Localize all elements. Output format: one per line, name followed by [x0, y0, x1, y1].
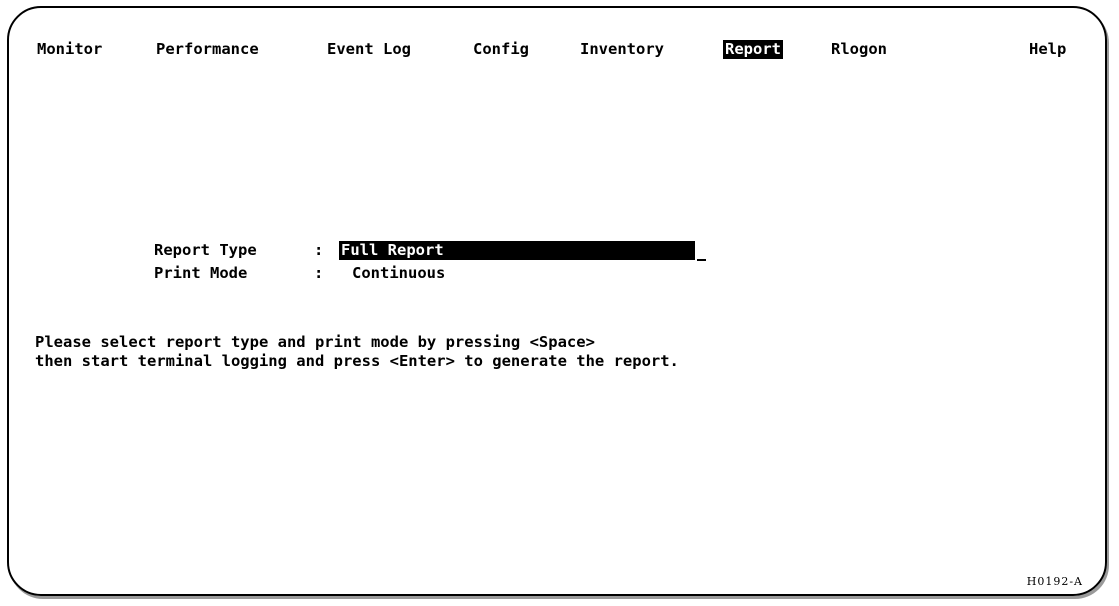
- report-type-separator: :: [314, 241, 324, 259]
- print-mode-field[interactable]: Continuous: [352, 264, 445, 283]
- print-mode-label: Print Mode: [154, 264, 248, 282]
- print-mode-separator: :: [314, 264, 324, 282]
- text-cursor: [697, 259, 706, 261]
- report-type-field[interactable]: Full Report: [339, 241, 695, 260]
- menu-item-monitor[interactable]: Monitor: [35, 40, 104, 59]
- menu-item-report[interactable]: Report: [723, 40, 783, 59]
- instructions: Please select report type and print mode…: [35, 333, 679, 371]
- instruction-line-1: Please select report type and print mode…: [35, 333, 595, 351]
- menu-item-event-log[interactable]: Event Log: [325, 40, 413, 59]
- menu-bar: Monitor Performance Event Log Config Inv…: [0, 40, 1119, 60]
- instruction-line-2: then start terminal logging and press <E…: [35, 352, 679, 370]
- figure-id-label: H0192-A: [1026, 575, 1083, 588]
- menu-item-inventory[interactable]: Inventory: [578, 40, 666, 59]
- report-type-label: Report Type: [154, 241, 257, 259]
- terminal-frame: [7, 6, 1107, 596]
- menu-item-performance[interactable]: Performance: [154, 40, 261, 59]
- menu-item-config[interactable]: Config: [471, 40, 531, 59]
- menu-item-help[interactable]: Help: [1027, 40, 1068, 59]
- menu-item-rlogon[interactable]: Rlogon: [829, 40, 889, 59]
